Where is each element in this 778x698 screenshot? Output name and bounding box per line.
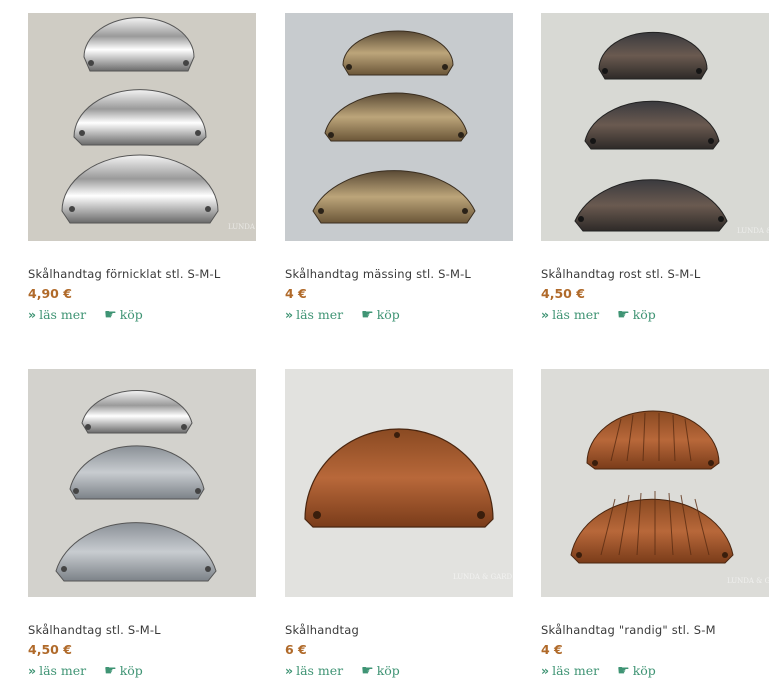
read-more-link[interactable]: » läs mer — [285, 663, 343, 678]
read-more-link[interactable]: » läs mer — [28, 307, 86, 322]
read-more-link[interactable]: » läs mer — [541, 663, 599, 678]
product-price: 4,90 € — [28, 286, 72, 301]
product-card: Skålhandtag stl. S-M-L 4,50 € » läs mer ☛… — [28, 369, 256, 679]
product-title[interactable]: Skålhandtag "randig" stl. S-M — [541, 623, 769, 637]
read-more-link[interactable]: » läs mer — [541, 307, 599, 322]
buy-link[interactable]: ☛ köp — [104, 307, 143, 323]
pointing-hand-icon: ☛ — [617, 663, 630, 679]
pointing-hand-icon: ☛ — [361, 307, 374, 323]
product-price: 4,50 € — [541, 286, 585, 301]
product-title[interactable]: Skålhandtag stl. S-M-L — [28, 623, 256, 637]
product-price: 6 € — [285, 642, 307, 657]
read-more-link[interactable]: » läs mer — [285, 307, 343, 322]
product-image[interactable]: LUNDA & GARD — [285, 369, 513, 597]
buy-link[interactable]: ☛ köp — [361, 307, 400, 323]
product-image[interactable]: LUNDA & GARD — [28, 13, 256, 241]
pointing-hand-icon: ☛ — [361, 663, 374, 679]
double-chevron-icon: » — [541, 307, 550, 322]
product-title[interactable]: Skålhandtag — [285, 623, 513, 637]
double-chevron-icon: » — [28, 307, 37, 322]
double-chevron-icon: » — [285, 663, 294, 678]
product-card: LUNDA & GARD Skålhandtag rost stl. S-M-L… — [541, 13, 769, 323]
buy-link[interactable]: ☛ köp — [617, 663, 656, 679]
product-price: 4,50 € — [28, 642, 72, 657]
product-card: LUNDA & GARD Skålhandtag förnicklat stl.… — [28, 13, 256, 323]
product-title[interactable]: Skålhandtag mässing stl. S-M-L — [285, 267, 513, 281]
double-chevron-icon: » — [541, 663, 550, 678]
product-image[interactable]: LUNDA & GARD — [541, 13, 769, 241]
product-card: LUNDA & GARD Skålhandtag 6 € » läs mer ☛ k… — [285, 369, 513, 679]
svg-text:LUNDA & GARD: LUNDA & GARD — [737, 227, 769, 235]
product-price: 4 € — [541, 642, 563, 657]
pointing-hand-icon: ☛ — [104, 307, 117, 323]
buy-link[interactable]: ☛ köp — [617, 307, 656, 323]
product-price: 4 € — [285, 286, 307, 301]
buy-link[interactable]: ☛ köp — [361, 663, 400, 679]
read-more-link[interactable]: » läs mer — [28, 663, 86, 678]
product-card: LUNDA & GARD Skålhandtag "randig" stl. S… — [541, 369, 769, 679]
svg-text:LUNDA & GARD: LUNDA & GARD — [453, 573, 513, 581]
product-title[interactable]: Skålhandtag rost stl. S-M-L — [541, 267, 769, 281]
pointing-hand-icon: ☛ — [617, 307, 630, 323]
product-image[interactable] — [285, 13, 513, 241]
svg-text:LUNDA & GARD: LUNDA & GARD — [228, 223, 256, 231]
svg-text:LUNDA & GARD: LUNDA & GARD — [727, 577, 769, 585]
product-image[interactable] — [28, 369, 256, 597]
product-card: Skålhandtag mässing stl. S-M-L 4 € » läs … — [285, 13, 513, 323]
double-chevron-icon: » — [285, 307, 294, 322]
double-chevron-icon: » — [28, 663, 37, 678]
pointing-hand-icon: ☛ — [104, 663, 117, 679]
product-title[interactable]: Skålhandtag förnicklat stl. S-M-L — [28, 267, 256, 281]
buy-link[interactable]: ☛ köp — [104, 663, 143, 679]
product-image[interactable]: LUNDA & GARD — [541, 369, 769, 597]
